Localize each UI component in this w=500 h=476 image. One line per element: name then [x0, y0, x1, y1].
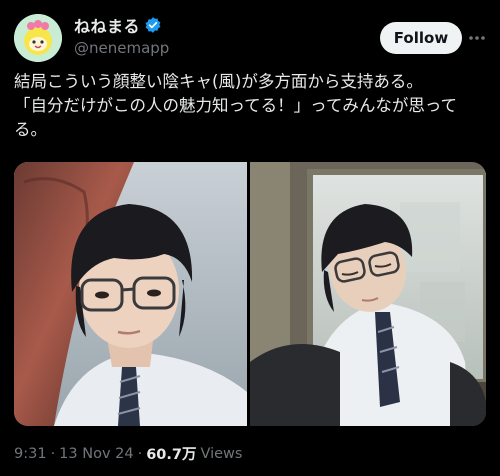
- media-photo-1[interactable]: [14, 162, 247, 426]
- cartoon-character-avatar-icon: [14, 14, 62, 62]
- post-time[interactable]: 9:31: [14, 446, 47, 462]
- post-date[interactable]: 13 Nov 24: [59, 446, 133, 462]
- author-handle[interactable]: @nenemapp: [74, 39, 169, 57]
- meta-separator: ·: [50, 445, 56, 462]
- post-text: 結局こういう顔整い陰キャ(風)が多方面から支持ある。 「自分だけがこの人の魅力知…: [14, 72, 458, 139]
- follow-button[interactable]: Follow: [380, 22, 462, 54]
- meta-separator: ·: [137, 445, 143, 462]
- views-label: Views: [200, 445, 243, 462]
- media-photo-2[interactable]: [250, 162, 486, 426]
- more-dots-icon[interactable]: [466, 27, 488, 49]
- author-name-row: ねねまる: [74, 14, 169, 36]
- verified-badge-icon: [144, 16, 162, 34]
- author-display-name[interactable]: ねねまる: [74, 13, 140, 37]
- author-avatar[interactable]: [14, 14, 62, 62]
- post-meta: 9:31 · 13 Nov 24 · 60.7万 Views: [14, 443, 242, 464]
- post-media[interactable]: [14, 162, 486, 426]
- views-count: 60.7万: [146, 447, 197, 463]
- post-card: ねねまる @nenemapp Follow 結局こういう顔整い陰キャ(風)が多方…: [0, 0, 500, 476]
- author-info: ねねまる @nenemapp: [74, 14, 169, 57]
